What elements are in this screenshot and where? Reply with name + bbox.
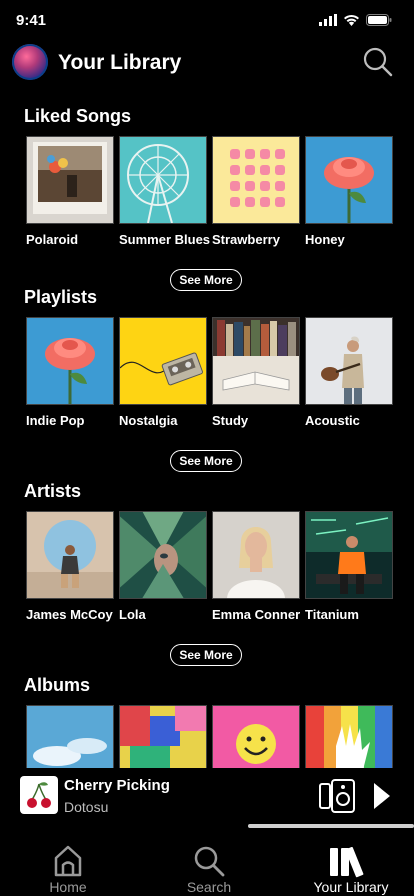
card-label: Nostalgia: [119, 413, 178, 428]
album-art: [119, 705, 207, 768]
home-icon: [54, 845, 82, 877]
tab-label: Your Library: [313, 879, 389, 895]
library-content[interactable]: Liked Songs Polaroid Summer Blues Strawb…: [0, 96, 414, 768]
card-album-3[interactable]: [212, 705, 300, 768]
playback-progress[interactable]: [248, 824, 414, 828]
avatar[interactable]: [12, 44, 48, 80]
header: Your Library: [0, 42, 414, 86]
playlist-art: [212, 317, 300, 405]
tab-bar: Home Search Your Library: [0, 834, 414, 896]
card-label: James McCoy: [26, 607, 113, 622]
section-title: Liked Songs: [24, 106, 132, 126]
album-art: [119, 136, 207, 224]
signal-icon: [319, 14, 337, 26]
card-honey[interactable]: Honey: [305, 136, 393, 247]
see-more-button[interactable]: See More: [170, 450, 242, 472]
card-album-1[interactable]: [26, 705, 114, 768]
card-nostalgia[interactable]: Nostalgia: [119, 317, 207, 428]
artist-photo: [305, 511, 393, 599]
card-album-4[interactable]: [305, 705, 393, 768]
play-button[interactable]: [372, 782, 392, 810]
card-label: Honey: [305, 232, 345, 247]
card-emma-conner[interactable]: Emma Conner: [212, 511, 300, 622]
card-label: Polaroid: [26, 232, 79, 247]
card-james-mccoy[interactable]: James McCoy: [26, 511, 114, 622]
status-bar: 9:41: [0, 0, 414, 44]
album-art: [305, 136, 393, 224]
speaker-device-icon: [319, 779, 355, 813]
card-summer-blues[interactable]: Summer Blues: [119, 136, 210, 247]
playlist-art: [305, 317, 393, 405]
library-icon: [330, 846, 364, 878]
card-label: Lola: [119, 607, 146, 622]
card-album-2[interactable]: [119, 705, 207, 768]
now-playing-title: Cherry Picking: [64, 777, 170, 794]
tab-your-library[interactable]: Your Library: [296, 834, 406, 896]
card-label: Indie Pop: [26, 413, 85, 428]
section-title: Playlists: [24, 287, 98, 307]
card-label: Titanium: [305, 607, 359, 622]
card-polaroid[interactable]: Polaroid: [26, 136, 114, 247]
now-playing-artist: Dotosu: [64, 799, 109, 815]
card-titanium[interactable]: Titanium: [305, 511, 393, 622]
card-lola[interactable]: Lola: [119, 511, 207, 622]
card-label: Emma Conner: [212, 607, 301, 622]
tab-label: Search: [186, 879, 232, 895]
now-playing-art: [20, 776, 58, 814]
album-art: [305, 705, 393, 768]
connect-device-button[interactable]: [318, 778, 358, 814]
tab-home[interactable]: Home: [13, 834, 123, 896]
album-art: [26, 705, 114, 768]
card-label: Acoustic: [305, 413, 360, 428]
card-strawberry[interactable]: Strawberry: [212, 136, 300, 247]
tab-search[interactable]: Search: [154, 834, 264, 896]
status-time: 9:41: [16, 12, 47, 29]
card-label: Study: [212, 413, 249, 428]
album-art: [212, 705, 300, 768]
now-playing-bar[interactable]: Cherry Picking Dotosu: [0, 768, 414, 826]
see-more-button[interactable]: See More: [170, 644, 242, 666]
playlist-art: [119, 317, 207, 405]
tab-label: Home: [49, 879, 87, 895]
section-title: Albums: [24, 675, 91, 695]
artist-photo: [119, 511, 207, 599]
play-icon: [374, 783, 390, 809]
see-more-button[interactable]: See More: [170, 269, 242, 291]
card-label: Strawberry: [212, 232, 280, 247]
battery-icon: [366, 14, 392, 26]
card-indie-pop[interactable]: Indie Pop: [26, 317, 114, 428]
album-art: [26, 136, 114, 224]
card-acoustic[interactable]: Acoustic: [305, 317, 393, 428]
page-title: Your Library: [58, 51, 182, 74]
card-study[interactable]: Study: [212, 317, 300, 428]
cherry-icon: [27, 782, 51, 808]
artist-photo: [212, 511, 300, 599]
playlist-art: [26, 317, 114, 405]
search-icon: [194, 846, 225, 877]
search-button[interactable]: [362, 46, 394, 78]
album-art: [212, 136, 300, 224]
section-title: Artists: [24, 481, 82, 501]
wifi-icon: [344, 15, 359, 26]
status-icons: [319, 14, 392, 26]
artist-photo: [26, 511, 114, 599]
search-icon: [363, 47, 393, 77]
card-label: Summer Blues: [119, 232, 211, 247]
